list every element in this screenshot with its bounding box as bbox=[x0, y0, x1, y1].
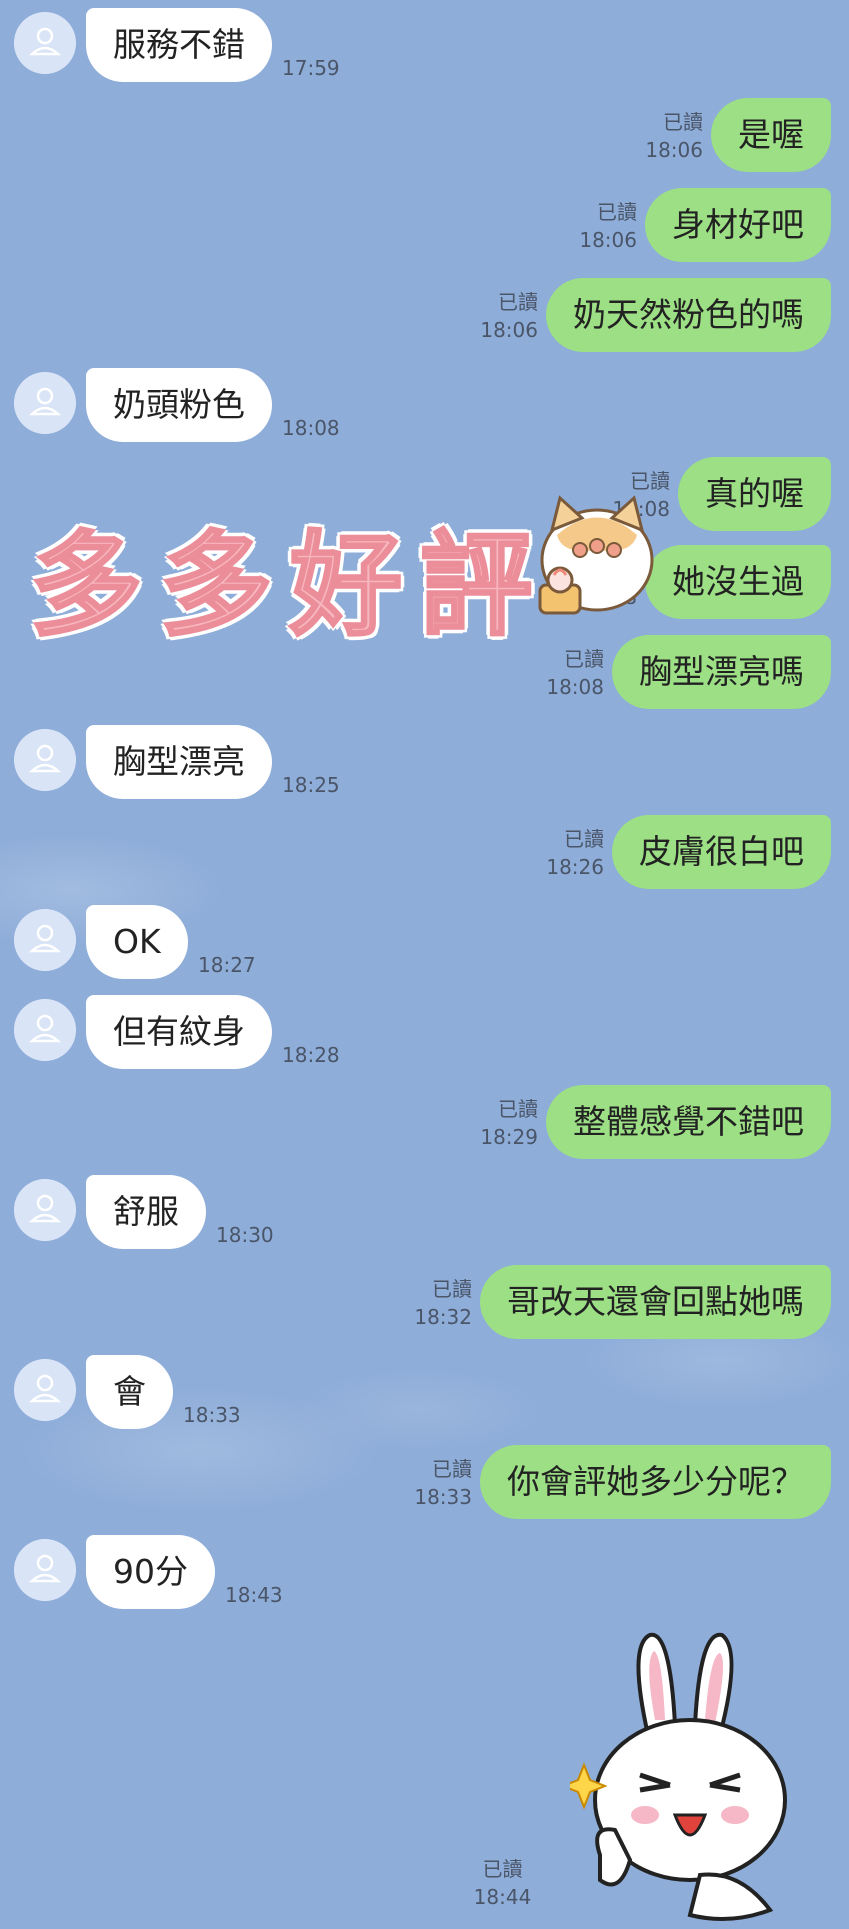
timestamp: 18:06 bbox=[480, 318, 538, 342]
read-receipt: 已讀 bbox=[498, 290, 538, 314]
user-avatar-icon bbox=[14, 1539, 76, 1601]
read-receipt: 已讀 bbox=[663, 110, 703, 134]
message-meta: 已讀 18:06 bbox=[645, 108, 703, 164]
message-row: 奶頭粉色 18:08 bbox=[0, 368, 849, 448]
read-receipt: 已讀 bbox=[564, 647, 604, 671]
message-row: 會 18:33 bbox=[0, 1355, 849, 1435]
user-avatar-icon bbox=[14, 1359, 76, 1421]
user-avatar-icon bbox=[14, 1179, 76, 1241]
timestamp: 18:27 bbox=[198, 953, 256, 977]
avatar[interactable] bbox=[14, 1539, 76, 1601]
outgoing-message-bubble[interactable]: 胸型漂亮嗎 bbox=[612, 635, 831, 709]
incoming-message-bubble[interactable]: 舒服 bbox=[86, 1175, 206, 1249]
incoming-message-bubble[interactable]: 會 bbox=[86, 1355, 173, 1429]
avatar[interactable] bbox=[14, 909, 76, 971]
avatar[interactable] bbox=[14, 1359, 76, 1421]
bunny-sticker-icon bbox=[570, 1632, 787, 1921]
outgoing-message-bubble[interactable]: 是喔 bbox=[711, 98, 831, 172]
incoming-message-bubble[interactable]: 服務不錯 bbox=[86, 8, 272, 82]
incoming-message-bubble[interactable]: 但有紋身 bbox=[86, 995, 272, 1069]
incoming-message-bubble[interactable]: 胸型漂亮 bbox=[86, 725, 272, 799]
incoming-message-bubble[interactable]: 90分 bbox=[86, 1535, 215, 1609]
timestamp: 18:25 bbox=[282, 773, 340, 797]
outgoing-message-bubble[interactable]: 奶天然粉色的嗎 bbox=[546, 278, 831, 352]
user-avatar-icon bbox=[14, 729, 76, 791]
read-receipt: 已讀 bbox=[498, 1097, 538, 1121]
read-receipt: 已讀 bbox=[597, 200, 637, 224]
outgoing-message-bubble[interactable]: 整體感覺不錯吧 bbox=[546, 1085, 831, 1159]
message-meta: 已讀 18:33 bbox=[414, 1455, 472, 1511]
read-receipt: 已讀 bbox=[564, 827, 604, 851]
cat-sticker-icon bbox=[538, 495, 654, 615]
user-avatar-icon bbox=[14, 999, 76, 1061]
message-row: OK 18:27 bbox=[0, 905, 849, 985]
message-meta: 已讀 18:06 bbox=[579, 198, 637, 254]
message-meta: 已讀 18:32 bbox=[414, 1275, 472, 1331]
timestamp: 18:33 bbox=[414, 1485, 472, 1509]
outgoing-message-bubble[interactable]: 身材好吧 bbox=[645, 188, 831, 262]
message-row: 你會評她多少分呢？ 已讀 18:33 bbox=[0, 1445, 849, 1525]
message-row: 哥改天還會回點她嗎 已讀 18:32 bbox=[0, 1265, 849, 1345]
avatar[interactable] bbox=[14, 12, 76, 74]
timestamp: 18:32 bbox=[414, 1305, 472, 1329]
avatar[interactable] bbox=[14, 999, 76, 1061]
message-meta: 已讀 18:29 bbox=[480, 1095, 538, 1151]
outgoing-message-bubble[interactable]: 真的喔 bbox=[678, 457, 831, 531]
message-row: 奶天然粉色的嗎 已讀 18:06 bbox=[0, 278, 849, 358]
sticker-meta: 已讀 18:44 bbox=[470, 1855, 535, 1911]
message-row: 舒服 18:30 bbox=[0, 1175, 849, 1255]
outgoing-message-bubble[interactable]: 你會評她多少分呢？ bbox=[480, 1445, 831, 1519]
timestamp: 18:33 bbox=[183, 1403, 241, 1427]
read-receipt: 已讀 bbox=[432, 1457, 472, 1481]
incoming-message-bubble[interactable]: 奶頭粉色 bbox=[86, 368, 272, 442]
message-meta: 已讀 18:08 bbox=[546, 645, 604, 701]
timestamp: 18:43 bbox=[225, 1583, 283, 1607]
user-avatar-icon bbox=[14, 12, 76, 74]
read-receipt: 已讀 bbox=[482, 1857, 523, 1881]
timestamp: 18:44 bbox=[473, 1885, 532, 1909]
message-row: 但有紋身 18:28 bbox=[0, 995, 849, 1075]
timestamp: 18:29 bbox=[480, 1125, 538, 1149]
message-row: 胸型漂亮 18:25 bbox=[0, 725, 849, 805]
timestamp: 17:59 bbox=[282, 56, 340, 80]
message-row: 整體感覺不錯吧 已讀 18:29 bbox=[0, 1085, 849, 1165]
message-meta: 已讀 18:26 bbox=[546, 825, 604, 881]
user-avatar-icon bbox=[14, 909, 76, 971]
timestamp: 18:08 bbox=[546, 675, 604, 699]
avatar[interactable] bbox=[14, 372, 76, 434]
message-row: 是喔 已讀 18:06 bbox=[0, 98, 849, 178]
message-row: 90分 18:43 bbox=[0, 1535, 849, 1615]
timestamp: 18:06 bbox=[645, 138, 703, 162]
outgoing-message-bubble[interactable]: 皮膚很白吧 bbox=[612, 815, 831, 889]
timestamp: 18:30 bbox=[216, 1223, 274, 1247]
message-row: 身材好吧 已讀 18:06 bbox=[0, 188, 849, 268]
user-avatar-icon bbox=[14, 372, 76, 434]
read-receipt: 已讀 bbox=[432, 1277, 472, 1301]
outgoing-message-bubble[interactable]: 她沒生過 bbox=[645, 545, 831, 619]
message-row: 服務不錯 17:59 bbox=[0, 8, 849, 88]
avatar[interactable] bbox=[14, 729, 76, 791]
timestamp: 18:26 bbox=[546, 855, 604, 879]
avatar[interactable] bbox=[14, 1179, 76, 1241]
outgoing-message-bubble[interactable]: 哥改天還會回點她嗎 bbox=[480, 1265, 831, 1339]
review-overlay-text: 多多好評 bbox=[29, 520, 550, 653]
timestamp: 18:28 bbox=[282, 1043, 340, 1067]
message-row: 皮膚很白吧 已讀 18:26 bbox=[0, 815, 849, 895]
timestamp: 18:06 bbox=[579, 228, 637, 252]
message-meta: 已讀 18:06 bbox=[480, 288, 538, 344]
incoming-message-bubble[interactable]: OK bbox=[86, 905, 188, 979]
timestamp: 18:08 bbox=[282, 416, 340, 440]
